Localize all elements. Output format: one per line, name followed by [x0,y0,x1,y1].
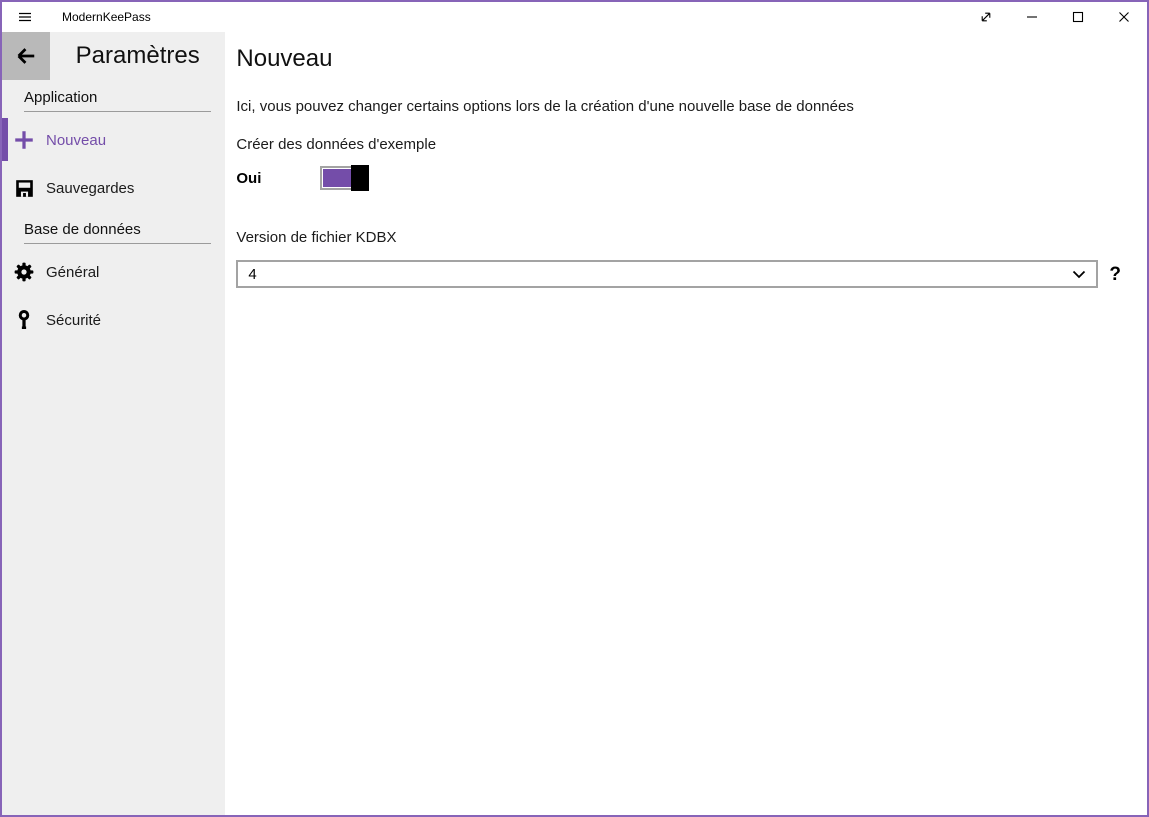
sidebar-item-label: Sauvegardes [46,180,134,197]
app-window: ModernKeePass [0,0,1149,817]
key-icon [2,310,46,330]
close-button[interactable] [1101,2,1147,32]
sidebar-item-sauvegardes[interactable]: Sauvegardes [2,164,225,212]
gear-icon [2,262,46,282]
minimize-button[interactable] [1009,2,1055,32]
kdbx-version-row: 4 ? [236,260,1121,288]
plus-icon [2,130,46,150]
settings-page-nouveau: Nouveau Ici, vous pouvez changer certain… [225,32,1147,815]
toggle-state-label: Oui [236,170,320,187]
settings-title: Paramètres [50,32,225,80]
settings-sidebar: Paramètres Application Nouveau [2,32,225,815]
sidebar-item-label: Général [46,264,99,281]
hamburger-icon [17,9,33,25]
sample-data-label: Créer des données d'exemple [236,136,1121,153]
title-bar: ModernKeePass [2,2,1147,32]
page-description: Ici, vous pouvez changer certains option… [236,98,1121,115]
chevron-down-icon [1072,270,1086,279]
back-arrow-icon [15,45,37,67]
kdbx-version-label: Version de fichier KDBX [236,229,1121,246]
back-button[interactable] [2,32,50,80]
close-icon [1118,11,1130,23]
section-label-application: Application [24,89,211,112]
sidebar-header: Paramètres [2,32,225,80]
sample-data-toggle-row: Oui [236,165,1121,191]
toggle-thumb[interactable] [351,165,369,191]
minimize-icon [1026,11,1038,23]
hamburger-menu-button[interactable] [2,2,48,32]
kdbx-help-button[interactable]: ? [1109,265,1121,284]
section-label-base-de-donnees: Base de données [24,221,211,244]
save-icon [2,179,46,198]
sidebar-item-securite[interactable]: Sécurité [2,296,225,344]
kdbx-version-select[interactable]: 4 [236,260,1098,288]
sidebar-item-nouveau[interactable]: Nouveau [2,116,225,164]
maximize-icon [1072,11,1084,23]
diagonal-resize-icon [979,10,993,24]
sidebar-item-general[interactable]: Général [2,248,225,296]
sample-data-toggle[interactable] [320,166,368,190]
app-title: ModernKeePass [62,10,151,24]
page-title: Nouveau [236,44,1121,74]
sidebar-item-label: Nouveau [46,132,106,149]
maximize-button[interactable] [1055,2,1101,32]
sidebar-item-label: Sécurité [46,312,101,329]
kdbx-version-value: 4 [248,266,1072,283]
fullscreen-button[interactable] [963,2,1009,32]
